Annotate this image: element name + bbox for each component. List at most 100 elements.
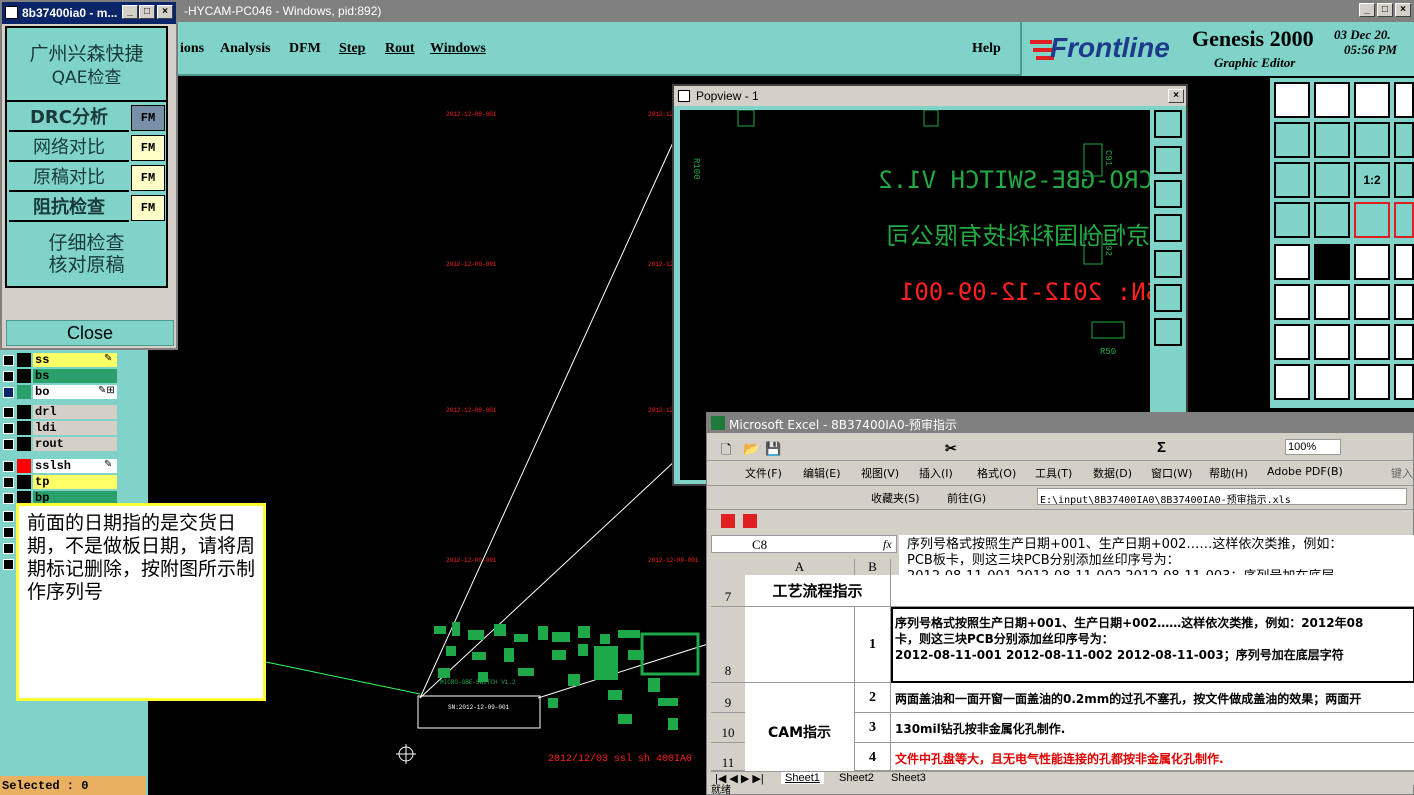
cell-c11[interactable]: 文件中孔盘等大，且无电气性能连接的孔都按非金属化孔制作.	[891, 743, 1414, 771]
name-box[interactable]: C8	[711, 535, 897, 553]
tool-scale-1-2-icon[interactable]: 1:2	[1354, 162, 1390, 198]
layer-checkbox[interactable]	[3, 461, 14, 472]
tool-help-icon[interactable]	[1394, 82, 1414, 118]
net-compare-button[interactable]: 网络对比	[9, 134, 129, 162]
close-button[interactable]: Close	[6, 320, 174, 346]
pv-tool-icon[interactable]	[1154, 146, 1182, 174]
cell-b11[interactable]: 4	[855, 743, 891, 771]
xl-menu-window[interactable]: 窗口(W)	[1151, 465, 1192, 481]
tool-center-icon[interactable]	[1314, 162, 1350, 198]
tool-circle-icon[interactable]	[1394, 364, 1414, 400]
sheet-nav-icon[interactable]: |◀ ◀ ▶ ▶|	[715, 772, 764, 785]
xl-menu-data[interactable]: 数据(D)	[1093, 465, 1132, 481]
tool-dots-icon[interactable]	[1394, 244, 1414, 280]
tool-copy-icon[interactable]	[1394, 284, 1414, 320]
tool-connect-icon[interactable]	[1274, 284, 1310, 320]
qae-maximize-button[interactable]: □	[139, 5, 155, 19]
layer-checkbox[interactable]	[3, 355, 14, 366]
xl-ask-question[interactable]: 键入	[1391, 465, 1413, 481]
favorites-button[interactable]: 收藏夹(S)	[871, 490, 920, 506]
impedance-fm-button[interactable]: FM	[131, 195, 165, 221]
pdf-icon[interactable]	[721, 514, 735, 528]
layer-row-tp[interactable]: tp	[0, 474, 148, 490]
tool-undo-zoom-icon[interactable]	[1354, 122, 1390, 158]
tool-snap-icon[interactable]	[1274, 202, 1310, 238]
xl-menu-view[interactable]: 视图(V)	[861, 465, 899, 481]
minimize-button[interactable]: _	[1359, 3, 1375, 17]
tool-arc-icon[interactable]	[1394, 324, 1414, 360]
tool-home-icon[interactable]	[1354, 82, 1390, 118]
cell-c8-selected[interactable]: 序列号格式按照生产日期+001、生产日期+002……这样依次类推，例如：2012…	[891, 607, 1414, 683]
row-header[interactable]: 11	[711, 743, 745, 771]
close-window-button[interactable]: ×	[1395, 3, 1411, 17]
tool-rotate-icon[interactable]	[1354, 324, 1390, 360]
pdf-mail-icon[interactable]	[743, 514, 757, 528]
xl-menu-adobe[interactable]: Adobe PDF(B)	[1267, 465, 1343, 478]
tool-query-icon[interactable]	[1394, 162, 1414, 198]
layer-checkbox[interactable]	[3, 423, 14, 434]
menu-dfm[interactable]: DFM	[289, 41, 321, 57]
menu-help[interactable]: Help	[972, 41, 1001, 57]
row-header[interactable]: 8	[711, 607, 745, 683]
tool-next-icon[interactable]	[1394, 122, 1414, 158]
row-header[interactable]: 7	[711, 575, 745, 607]
xl-menu-format[interactable]: 格式(O)	[977, 465, 1016, 481]
layer-row-rout[interactable]: rout	[0, 436, 148, 452]
tool-hline-icon[interactable]	[1314, 364, 1350, 400]
drc-fm-button[interactable]: FM	[131, 105, 165, 131]
original-fm-button[interactable]: FM	[131, 165, 165, 191]
sheet-tab-3[interactable]: Sheet3	[887, 772, 930, 784]
tool-cross-icon[interactable]	[1314, 284, 1350, 320]
tool-net2-icon[interactable]	[1394, 202, 1414, 238]
tool-measure-icon[interactable]	[1354, 244, 1390, 280]
tool-zoom-home-icon[interactable]	[1274, 82, 1310, 118]
popview-close-button[interactable]: ×	[1168, 89, 1184, 103]
tool-zoom-down-icon[interactable]	[1314, 82, 1350, 118]
pv-tool-icon[interactable]	[1154, 180, 1182, 208]
select-all[interactable]	[711, 559, 745, 573]
tool-pad-icon[interactable]	[1274, 244, 1310, 280]
layer-checkbox[interactable]	[3, 493, 14, 504]
pv-tool-icon[interactable]	[1154, 284, 1182, 312]
tool-pan-right-icon[interactable]	[1314, 122, 1350, 158]
menu-rout[interactable]: Rout	[385, 41, 415, 57]
menu-windows[interactable]: Windows	[430, 41, 486, 57]
layer-row-ldi[interactable]: ldi	[0, 420, 148, 436]
tool-draw-icon[interactable]	[1314, 244, 1350, 280]
layer-row-sslsh[interactable]: sslsh ✎	[0, 458, 148, 474]
tool-stretch-icon[interactable]	[1354, 364, 1390, 400]
cell-c9[interactable]: 两面盖油和一面开窗一面盖油的0.2mm的过孔不塞孔，按文件做成盖油的效果；两面开	[891, 683, 1414, 713]
impedance-check-button[interactable]: 阻抗检查	[9, 194, 129, 222]
maximize-button[interactable]: □	[1377, 3, 1393, 17]
cell-b9[interactable]: 2	[855, 683, 891, 713]
layer-row-drl[interactable]: drl	[0, 404, 148, 420]
layer-row-bo[interactable]: bo ✎⊞	[0, 384, 148, 400]
sheet-tab-1[interactable]: Sheet1	[781, 772, 824, 784]
menu-analysis[interactable]: Analysis	[220, 41, 271, 57]
layer-checkbox[interactable]	[3, 371, 14, 382]
tool-net-icon[interactable]	[1354, 202, 1390, 238]
cell-b8[interactable]: 1	[855, 607, 891, 683]
row-header[interactable]: 9	[711, 683, 745, 713]
layer-checkbox[interactable]	[3, 387, 14, 398]
layer-row-ss[interactable]: ss ✎	[0, 352, 148, 368]
column-header-a[interactable]: A	[745, 559, 855, 575]
qae-minimize-button[interactable]: _	[122, 5, 138, 19]
go-button[interactable]: 前往(G)	[947, 490, 986, 506]
cell-c10[interactable]: 130mil钻孔按非金属化孔制作.	[891, 713, 1414, 743]
tool-add-pad-icon[interactable]	[1274, 364, 1310, 400]
address-field[interactable]: E:\input\8B37400IA0\8B37400IA0-预审指示.xls	[1037, 488, 1407, 506]
cell-a10[interactable]: CAM指示	[745, 683, 855, 773]
fx-icon[interactable]: fx	[883, 537, 892, 552]
cell-a8[interactable]	[745, 607, 855, 683]
net-fm-button[interactable]: FM	[131, 135, 165, 161]
original-compare-button[interactable]: 原稿对比	[9, 164, 129, 192]
xl-menu-edit[interactable]: 编辑(E)	[803, 465, 841, 481]
xl-menu-file[interactable]: 文件(F)	[745, 465, 782, 481]
tool-line-icon[interactable]	[1274, 324, 1310, 360]
pv-tool-icon[interactable]	[1154, 214, 1182, 242]
layer-row-bs[interactable]: bs	[0, 368, 148, 384]
tool-move-icon[interactable]	[1354, 284, 1390, 320]
xl-menu-help[interactable]: 帮助(H)	[1209, 465, 1248, 481]
pv-tool-icon[interactable]	[1154, 318, 1182, 346]
